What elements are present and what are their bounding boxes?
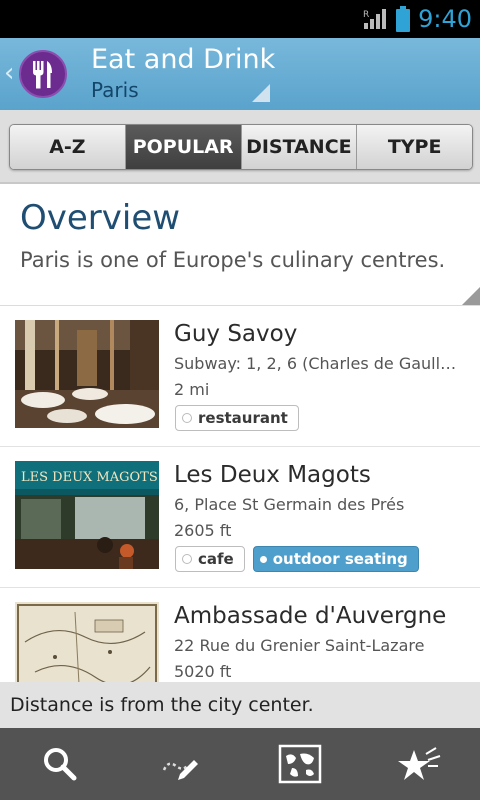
status-icons: R 9:40 bbox=[362, 0, 472, 38]
overview-text: Paris is one of Europe's culinary centre… bbox=[20, 248, 446, 272]
back-chevron-icon[interactable]: ‹ bbox=[4, 58, 14, 88]
tag-restaurant[interactable]: restaurant bbox=[175, 405, 299, 431]
draw-route-icon bbox=[162, 760, 198, 780]
signal-roaming-label: R bbox=[363, 10, 369, 20]
tag-label: restaurant bbox=[198, 409, 288, 427]
item-address: 22 Rue du Grenier Saint-Lazare bbox=[174, 636, 425, 655]
draw-route-button[interactable] bbox=[120, 728, 240, 800]
search-button[interactable] bbox=[0, 728, 120, 800]
tab-popular[interactable]: POPULAR bbox=[125, 125, 242, 169]
item-distance: 5020 ft bbox=[174, 662, 232, 681]
search-icon bbox=[44, 748, 77, 781]
item-title: Les Deux Magots bbox=[174, 462, 371, 488]
item-distance: 2 mi bbox=[174, 380, 210, 399]
signal-icon: R bbox=[363, 9, 387, 29]
tab-distance[interactable]: DISTANCE bbox=[241, 125, 358, 169]
map-icon bbox=[278, 744, 322, 784]
cafe-photo: LES DEUX MAGOTS bbox=[15, 461, 159, 569]
cafe-sign-text: LES DEUX MAGOTS bbox=[21, 470, 158, 485]
tag-label: cafe bbox=[198, 550, 234, 568]
places-list: Guy Savoy Subway: 1, 2, 6 (Charles de Ga… bbox=[0, 306, 480, 729]
eat-drink-logo-icon[interactable] bbox=[19, 50, 67, 98]
item-tags: restaurant bbox=[175, 405, 299, 431]
tab-type[interactable]: TYPE bbox=[357, 125, 472, 169]
dropdown-indicator-icon[interactable] bbox=[252, 84, 270, 102]
favorites-icon bbox=[398, 747, 441, 780]
tag-label: outdoor seating bbox=[272, 550, 408, 568]
sort-tabs: A-Z POPULAR DISTANCE TYPE bbox=[9, 124, 473, 170]
item-title: Ambassade d'Auvergne bbox=[174, 603, 447, 629]
city-subtitle[interactable]: Paris bbox=[91, 78, 139, 102]
tag-dot-icon bbox=[182, 554, 192, 564]
overview-section[interactable]: Overview Paris is one of Europe's culina… bbox=[0, 184, 480, 306]
tag-outdoor-seating[interactable]: outdoor seating bbox=[252, 546, 419, 572]
favorites-button[interactable] bbox=[360, 728, 480, 800]
list-item[interactable]: LES DEUX MAGOTS Les Deux Magots 6, Place… bbox=[0, 447, 480, 588]
page-title: Eat and Drink bbox=[91, 44, 276, 75]
bottom-toolbar bbox=[0, 728, 480, 800]
distance-info-toast: Distance is from the city center. bbox=[0, 682, 480, 728]
item-tags: cafe outdoor seating bbox=[175, 546, 419, 572]
tag-dot-icon bbox=[182, 413, 192, 423]
battery-icon bbox=[396, 6, 411, 32]
tag-cafe[interactable]: cafe bbox=[175, 546, 245, 572]
tag-dot-icon bbox=[259, 555, 267, 563]
overview-title: Overview bbox=[20, 198, 181, 238]
status-time: 9:40 bbox=[418, 5, 472, 33]
item-address: 6, Place St Germain des Prés bbox=[174, 495, 405, 514]
app-header: ‹ Eat and Drink Paris bbox=[0, 38, 480, 111]
sort-tabs-area: A-Z POPULAR DISTANCE TYPE bbox=[0, 110, 480, 184]
item-address: Subway: 1, 2, 6 (Charles de Gaulle - Éto… bbox=[174, 354, 464, 373]
tab-a-z[interactable]: A-Z bbox=[10, 125, 126, 169]
item-distance: 2605 ft bbox=[174, 521, 232, 540]
map-button[interactable] bbox=[240, 728, 360, 800]
status-bar: R 9:40 bbox=[0, 0, 480, 38]
expand-corner-icon bbox=[462, 287, 480, 305]
list-item[interactable]: Guy Savoy Subway: 1, 2, 6 (Charles de Ga… bbox=[0, 306, 480, 447]
restaurant-photo bbox=[15, 320, 159, 428]
item-title: Guy Savoy bbox=[174, 321, 298, 347]
